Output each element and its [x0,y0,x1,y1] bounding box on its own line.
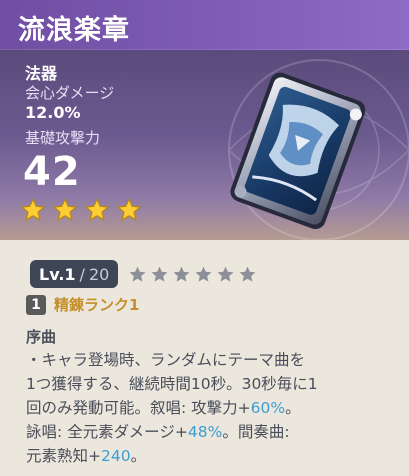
passive-text-segment: 。間奏曲: [222,423,290,441]
passive-description: ・キャラ登場時、ランダムにテーマ曲を 1つ獲得する、継続時間10秒。30秒毎に1 回… [26,348,398,468]
level-row: Lv. 1 / 20 [30,260,257,288]
passive-highlight-value: 48% [187,423,223,441]
weapon-detail-card: 流浪楽章 法器 会心ダメージ 12.0% 基礎攻撃力 42 Lv. 1 / 20… [0,0,409,476]
passive-highlight-value: 240 [101,447,131,465]
passive-text-segment: 詠唱: 全元素ダメージ+ [26,423,188,441]
passive-line: 回のみ発動可能。叙唱: 攻撃力+60%。 [26,396,398,420]
passive-text-segment: 元素熟知+ [26,447,101,465]
passive-highlight-value: 60% [250,399,286,417]
passive-line: 詠唱: 全元素ダメージ+48%。間奏曲: [26,420,398,444]
rarity-stars [20,197,142,223]
star-icon [116,197,142,221]
star-icon [84,197,110,221]
passive-text-segment: 回のみ発動可能。叙唱: 攻撃力+ [26,399,251,417]
level-separator: / [79,264,85,284]
passive-line: 元素熟知+240。 [26,444,398,468]
title-bar: 流浪楽章 [0,0,409,50]
catalyst-book-icon [230,72,366,230]
ascension-star-icon [151,266,168,282]
passive-line: ・キャラ登場時、ランダムにテーマ曲を [26,348,398,372]
passive-text-segment: 。 [130,447,147,465]
level-current: 1 [64,264,76,284]
weapon-hero-panel: 法器 会心ダメージ 12.0% 基礎攻撃力 42 [0,50,409,240]
level-badge: Lv. 1 / 20 [30,260,119,288]
weapon-title: 流浪楽章 [18,15,130,46]
ascension-star-icon [195,266,212,282]
passive-text-segment: 。 [285,399,301,417]
ascension-star-icon [173,266,190,282]
ascension-star-icon [129,266,146,282]
passive-text-segment: 1つ獲得する、継続時間10秒。30秒毎に1 [26,375,318,393]
passive-name: 序曲 [26,328,57,346]
ascension-star-icon [239,266,256,282]
weapon-type: 法器 [25,64,58,83]
refinement-label: 精錬ランク1 [54,296,140,314]
base-attack-value: 42 [23,149,81,195]
refinement-rank-badge: 1 [26,294,46,315]
level-prefix: Lv. [39,264,65,284]
base-attack-label: 基礎攻撃力 [25,129,101,147]
star-icon [52,197,78,221]
level-max: 20 [88,264,110,284]
passive-text-segment: ・キャラ登場時、ランダムにテーマ曲を [26,351,306,369]
secondary-stat-label: 会心ダメージ [25,84,115,102]
ascension-star-icon [217,266,234,282]
passive-line: 1つ獲得する、継続時間10秒。30秒毎に1 [26,372,398,396]
weapon-info-panel: Lv. 1 / 20 1 精錬ランク1 序曲 ・キャラ登場時、ランダムにテーマ曲… [0,240,409,476]
star-icon [20,197,46,221]
refinement-row: 1 精錬ランク1 [26,294,139,315]
ascension-stars [128,265,257,284]
secondary-stat-value: 12.0% [25,103,81,122]
